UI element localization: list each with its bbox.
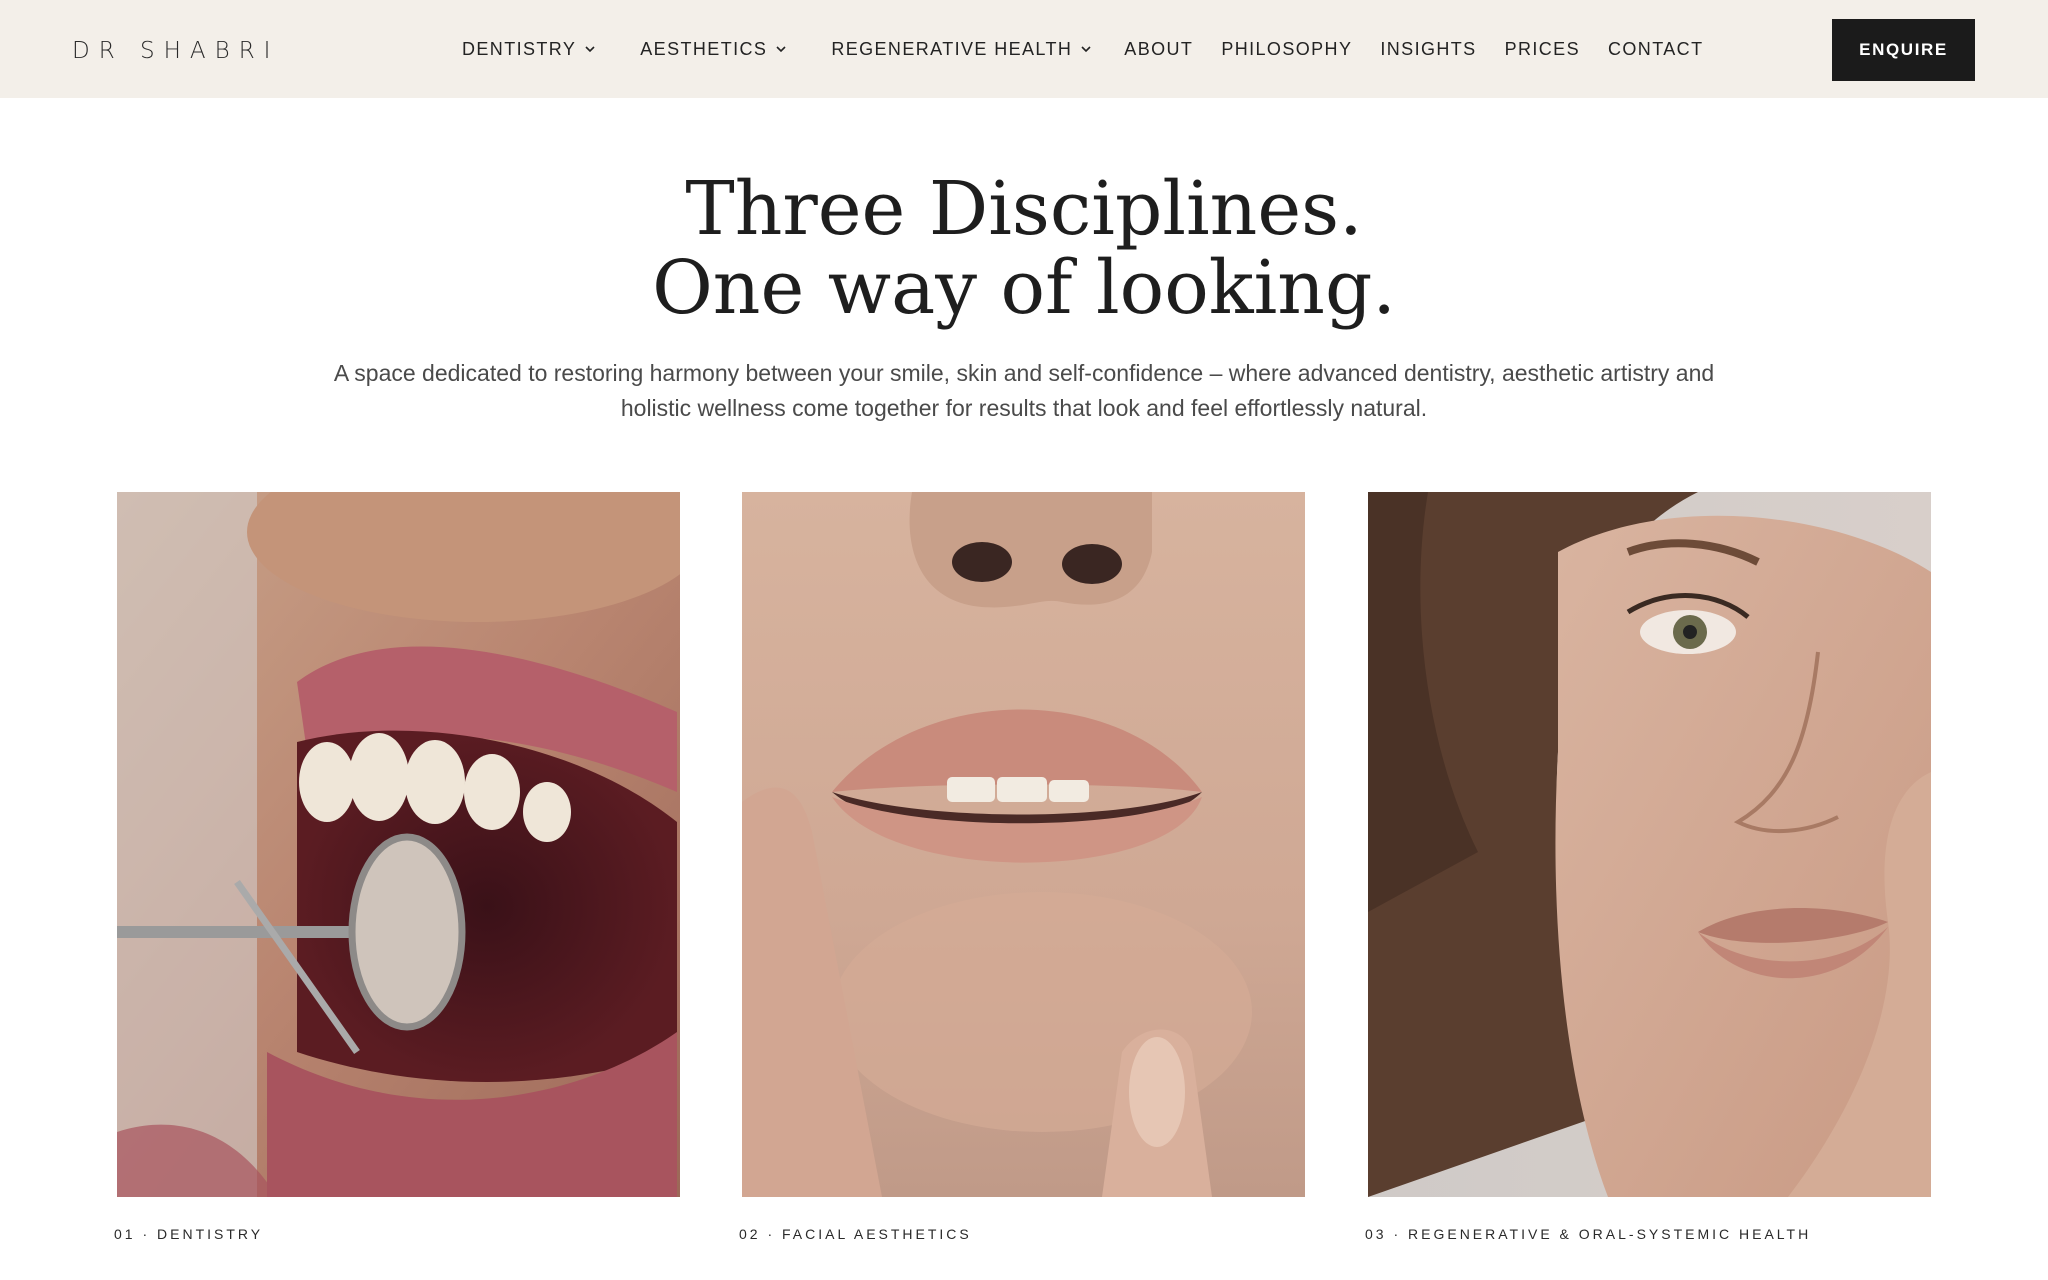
- nav-item-insights[interactable]: INSIGHTS: [1380, 39, 1476, 60]
- chevron-down-icon: [776, 46, 786, 53]
- nav-item-prices[interactable]: PRICES: [1505, 39, 1580, 60]
- chevron-down-icon: [585, 46, 595, 53]
- nav-item-label: REGENERATIVE HEALTH: [831, 38, 1073, 59]
- enquire-button[interactable]: ENQUIRE: [1832, 19, 1975, 81]
- nav-item-label: PRICES: [1504, 38, 1580, 59]
- nav-item-label: INSIGHTS: [1380, 38, 1477, 59]
- main-nav: DENTISTRY AESTHETICS REGENERATIVE HEALTH…: [462, 0, 1703, 98]
- nav-item-aesthetics[interactable]: AESTHETICS: [640, 39, 787, 60]
- nav-item-philosophy[interactable]: PHILOSOPHY: [1221, 39, 1352, 60]
- facial-aesthetics-image[interactable]: [742, 492, 1305, 1197]
- brand-logo[interactable]: DR SHABRI: [72, 38, 279, 64]
- nav-item-label: AESTHETICS: [640, 38, 768, 59]
- card-label-dentistry: 01 · DENTISTRY: [114, 1226, 264, 1242]
- hero-title-line1: Three Disciplines.: [685, 166, 1363, 252]
- nav-item-about[interactable]: ABOUT: [1124, 39, 1193, 60]
- site-header: DR SHABRI DENTISTRY AESTHETICS REGENERAT…: [0, 0, 2048, 98]
- card-label-regenerative-health: 03 · REGENERATIVE & ORAL-SYSTEMIC HEALTH: [1365, 1226, 1812, 1242]
- hero-title-line2: One way of looking.: [652, 245, 1396, 331]
- nav-item-dentistry[interactable]: DENTISTRY: [462, 39, 596, 60]
- hero-subtitle: A space dedicated to restoring harmony b…: [333, 360, 1715, 421]
- dentistry-image[interactable]: [117, 492, 680, 1197]
- nav-item-label: ABOUT: [1124, 38, 1194, 59]
- nav-item-label: CONTACT: [1608, 38, 1704, 59]
- card-label-facial-aesthetics: 02 · FACIAL AESTHETICS: [739, 1226, 972, 1242]
- chevron-down-icon: [1081, 46, 1091, 53]
- nav-item-label: DENTISTRY: [462, 38, 577, 59]
- nav-item-contact[interactable]: CONTACT: [1608, 39, 1703, 60]
- nav-item-label: PHILOSOPHY: [1221, 38, 1353, 59]
- nav-item-regenerative-health[interactable]: REGENERATIVE HEALTH: [831, 39, 1092, 60]
- regenerative-health-image[interactable]: [1368, 492, 1931, 1197]
